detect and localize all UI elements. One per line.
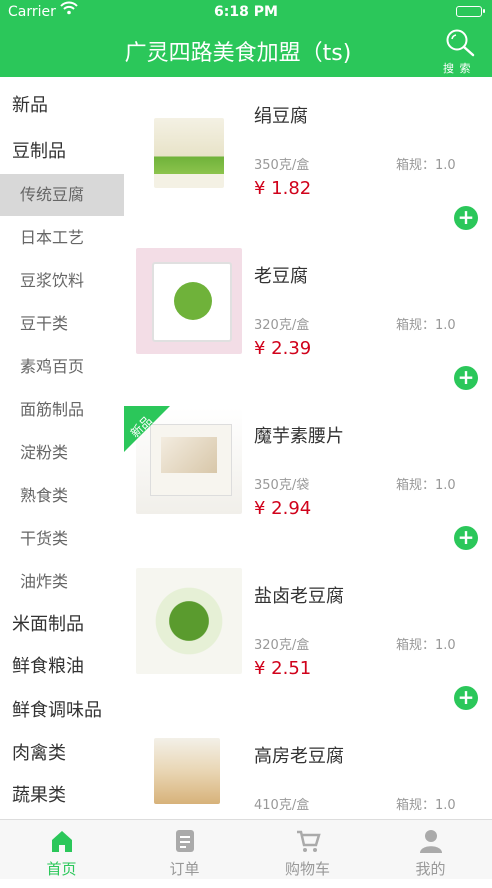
search-icon <box>446 29 475 57</box>
sidebar-category[interactable]: 日本工艺 <box>0 217 124 259</box>
tab-order[interactable]: 订单 <box>123 820 246 879</box>
sidebar-category[interactable]: 蔬果类 <box>0 775 124 817</box>
search-button[interactable]: 搜 索 <box>442 28 478 75</box>
add-to-cart-button[interactable]: + <box>454 206 478 230</box>
product-price: ¥ 2.39 <box>254 338 312 359</box>
tab-cart[interactable]: 购物车 <box>246 820 369 879</box>
product-spec: 320克/盒 <box>254 638 310 653</box>
product-spec: 350克/袋 <box>254 478 310 493</box>
sidebar-category[interactable]: 熟食类 <box>0 475 124 517</box>
sidebar-category[interactable]: 新品 <box>0 85 124 127</box>
product-name: 绢豆腐 <box>254 106 308 127</box>
product-box-rule: 箱规：1.0 <box>396 158 456 173</box>
cart-icon <box>295 828 321 854</box>
sidebar-category[interactable]: 米面制品 <box>0 604 124 646</box>
product-card[interactable]: 绢豆腐 350克/盒 箱规：1.0 ¥ 1.82 + <box>124 88 492 248</box>
product-box-rule: 箱规：1.0 <box>396 478 456 493</box>
product-label <box>174 282 212 320</box>
new-badge-label: 新品 <box>127 413 155 441</box>
product-image[interactable] <box>154 118 224 188</box>
tab-label: 购物车 <box>284 860 330 878</box>
product-box-rule: 箱规：1.0 <box>396 638 456 653</box>
tab-user[interactable]: 我的 <box>369 820 492 879</box>
sidebar-category[interactable]: 豆干类 <box>0 303 124 345</box>
battery-icon <box>456 6 485 17</box>
nav-header: Carrier 6:18 PM 广灵四路美食加盟（ts) 搜 索 <box>0 0 492 77</box>
product-name: 魔芋素腰片 <box>254 426 344 447</box>
product-image[interactable] <box>154 738 220 804</box>
product-price: ¥ 1.82 <box>254 178 312 199</box>
order-icon <box>172 828 198 854</box>
status-bar: Carrier 6:18 PM <box>0 0 492 24</box>
add-to-cart-button[interactable]: + <box>454 686 478 710</box>
sidebar-category[interactable]: 传统豆腐 <box>0 174 124 216</box>
tab-label: 首页 <box>46 860 77 878</box>
user-icon <box>418 828 444 854</box>
sidebar-category[interactable]: 素鸡百页 <box>0 346 124 388</box>
tab-home[interactable]: 首页 <box>0 820 123 879</box>
sidebar-category[interactable]: 肉禽类 <box>0 733 124 775</box>
tab-bar: 首页 订单 购物车 我的 <box>0 819 492 879</box>
product-card[interactable]: 盐卤老豆腐 320克/盒 箱规：1.0 ¥ 2.51 + <box>124 568 492 728</box>
sidebar-category[interactable]: 豆浆饮料 <box>0 260 124 302</box>
product-image[interactable] <box>136 568 242 674</box>
tab-label: 我的 <box>415 860 446 878</box>
search-label: 搜 索 <box>443 62 472 75</box>
sidebar-category[interactable]: 面筋制品 <box>0 389 124 431</box>
product-name: 老豆腐 <box>254 266 308 287</box>
product-price: ¥ 2.51 <box>254 658 312 679</box>
sidebar-category[interactable]: 豆制品 <box>0 131 124 173</box>
product-card[interactable]: 新品 魔芋素腰片 350克/袋 箱规：1.0 ¥ 2.94 + <box>124 406 492 568</box>
category-sidebar: 新品 豆制品 传统豆腐 日本工艺 豆浆饮料 豆干类 素鸡百页 面筋制品 淀粉类 熟食类 干货类 油炸类… <box>0 77 124 819</box>
clock: 6:18 PM <box>214 4 278 20</box>
sidebar-category[interactable]: 干货类 <box>0 518 124 560</box>
home-icon <box>49 828 75 854</box>
add-to-cart-button[interactable]: + <box>454 366 478 390</box>
page-title: 广灵四路美食加盟（ts) <box>124 41 352 66</box>
product-image[interactable] <box>136 248 242 354</box>
sidebar-category[interactable]: 鲜食调味品 <box>0 690 124 732</box>
product-spec: 410克/盒 <box>254 798 310 813</box>
add-to-cart-button[interactable]: + <box>454 526 478 550</box>
new-badge: 新品 <box>124 406 170 452</box>
product-spec: 320克/盒 <box>254 318 310 333</box>
sidebar-category[interactable]: 鲜食粮油 <box>0 646 124 688</box>
product-card[interactable]: 老豆腐 320克/盒 箱规：1.0 ¥ 2.39 + <box>124 248 492 408</box>
tab-label: 订单 <box>169 860 200 878</box>
product-name: 高房老豆腐 <box>254 746 344 767</box>
product-name: 盐卤老豆腐 <box>254 586 344 607</box>
sidebar-category[interactable]: 油炸类 <box>0 561 124 603</box>
product-price: ¥ 2.94 <box>254 498 312 519</box>
product-spec: 350克/盒 <box>254 158 310 173</box>
product-package <box>152 262 232 342</box>
product-box-rule: 箱规：1.0 <box>396 318 456 333</box>
sidebar-category[interactable]: 淀粉类 <box>0 432 124 474</box>
product-box-rule: 箱规：1.0 <box>396 798 456 813</box>
